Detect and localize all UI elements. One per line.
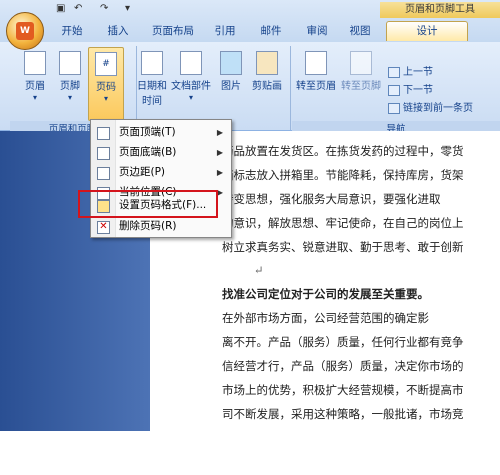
link-to-previous-button[interactable]: 链接到前一条页 — [388, 102, 500, 116]
tab-references[interactable]: 引用 — [206, 22, 244, 41]
footer-button[interactable]: 页脚 ▾ — [53, 47, 87, 119]
goto-header-label: 转至页眉 — [296, 81, 336, 92]
group-separator — [290, 46, 291, 130]
redo-icon[interactable]: ↷ — [100, 3, 108, 17]
clip-art-button[interactable]: 剪贴画 — [248, 47, 286, 119]
header-button-label: 页眉 — [25, 81, 45, 92]
doc-line: 离不开。产品（服务）质量，任何行业都有竞争 — [222, 335, 464, 349]
menu-item-top-of-page[interactable]: 页面顶端(T) ▶ — [91, 122, 231, 143]
bottom-of-page-icon — [97, 147, 110, 160]
footer-icon — [59, 51, 81, 75]
doc-heading: 找准公司定位对于公司的发展至关重要。 — [222, 287, 429, 301]
calendar-icon — [141, 51, 163, 75]
menu-item-remove-page-numbers[interactable]: ✕ 删除页码(R) — [91, 216, 231, 237]
picture-icon — [220, 51, 242, 75]
doc-line: 箱标志放入拼箱里。节能降耗，保持库房，货架 — [222, 168, 464, 182]
header-footer-tools-title: 页眉和页脚工具 — [380, 2, 500, 18]
bottom-blank-area — [0, 431, 500, 475]
previous-section-label: 上一节 — [403, 67, 433, 78]
doc-line: 转变思想，强化服务大局意识，要强化进取 — [222, 192, 441, 206]
submenu-arrow-icon: ▶ — [216, 168, 223, 177]
doc-line: 市场上的优势，积极扩大经营规模，不断提高市 — [222, 383, 464, 397]
tab-home[interactable]: 开始 — [52, 22, 92, 41]
doc-line: 树立求真务实、锐意进取、勤于思考、敢于创新 — [222, 240, 464, 254]
goto-header-button[interactable]: 转至页眉 — [294, 47, 338, 119]
quick-parts-button[interactable]: 文档部件 ▾ — [169, 47, 213, 119]
document-page[interactable]: 药品放置在发货区。在拣货发药的过程中，零货 箱标志放入拼箱里。节能降耗，保持库房… — [222, 131, 500, 431]
menu-item-bottom-of-page[interactable]: 页面底端(B) ▶ — [91, 142, 231, 163]
header-button[interactable]: 页眉 ▾ — [18, 47, 52, 119]
header-icon — [24, 51, 46, 75]
customize-quick-access-icon[interactable]: ▾ — [125, 3, 130, 17]
previous-section-icon — [388, 66, 400, 78]
page-number-button[interactable]: # 页码 ▾ — [88, 47, 124, 121]
clip-art-label: 剪贴画 — [252, 81, 282, 92]
clip-art-icon — [256, 51, 278, 75]
doc-line: 司不断发展，采用这种策略，一般批诸，市场竞 — [222, 407, 464, 421]
tab-insert[interactable]: 插入 — [100, 22, 136, 41]
top-of-page-icon — [97, 127, 110, 140]
office-logo-icon: W — [16, 22, 34, 40]
goto-header-icon — [305, 51, 327, 75]
goto-footer-button[interactable]: 转至页脚 — [340, 47, 382, 119]
tab-review[interactable]: 审阅 — [298, 22, 336, 41]
paragraph-mark: ↵ — [254, 263, 264, 277]
previous-section-button[interactable]: 上一节 — [388, 66, 433, 80]
remove-icon: ✕ — [97, 221, 110, 234]
next-section-button[interactable]: 下一节 — [388, 84, 433, 98]
goto-footer-icon — [350, 51, 372, 75]
page-number-button-label: 页码 — [96, 82, 116, 93]
picture-label: 图片 — [221, 81, 241, 92]
doc-line: 在外部市场方面，公司经营范围的确定影 — [222, 311, 429, 325]
footer-button-label: 页脚 — [60, 81, 80, 92]
goto-footer-label: 转至页脚 — [341, 81, 381, 92]
picture-button[interactable]: 图片 — [216, 47, 246, 119]
office-button[interactable]: W — [6, 12, 44, 50]
tab-view[interactable]: 视图 — [340, 22, 380, 41]
menu-item-label: 删除页码(R) — [119, 220, 177, 232]
doc-line: 药品放置在发货区。在拣货发药的过程中，零货 — [222, 144, 464, 158]
highlight-box — [78, 190, 218, 218]
date-time-label: 日期和 时间 — [137, 81, 167, 107]
menu-item-page-margins[interactable]: 页边距(P) ▶ — [91, 162, 231, 183]
submenu-arrow-icon: ▶ — [216, 148, 223, 157]
next-section-icon — [388, 84, 400, 96]
doc-line: 信经营才行，产品（服务）质量，决定你市场的 — [222, 359, 464, 373]
page-number-icon: # — [95, 52, 117, 76]
next-section-label: 下一节 — [403, 85, 433, 96]
submenu-arrow-icon: ▶ — [216, 128, 223, 137]
link-to-previous-label: 链接到前一条页 — [403, 103, 473, 114]
quick-parts-label: 文档部件 — [171, 81, 211, 92]
undo-icon[interactable]: ↶ — [74, 3, 82, 17]
save-icon[interactable]: ▣ — [56, 3, 65, 17]
menu-item-label: 页面顶端(T) — [119, 126, 176, 138]
date-time-button[interactable]: 日期和 时间 — [137, 47, 167, 119]
quick-parts-icon — [180, 51, 202, 75]
menu-item-label: 页面底端(B) — [119, 146, 177, 158]
link-icon — [388, 102, 400, 114]
tab-mailings[interactable]: 邮件 — [252, 22, 290, 41]
menu-item-label: 页边距(P) — [119, 166, 166, 178]
doc-line: 的意识，解放思想、牢记使命，在自己的岗位上 — [222, 216, 464, 230]
page-number-menu: 页面顶端(T) ▶ 页面底端(B) ▶ 页边距(P) ▶ 当前位置(C) ▶ 设置页码格… — [90, 119, 232, 238]
tab-design[interactable]: 设计 — [386, 21, 468, 41]
page-margins-icon — [97, 167, 110, 180]
tab-page-layout[interactable]: 页面布局 — [143, 22, 203, 41]
